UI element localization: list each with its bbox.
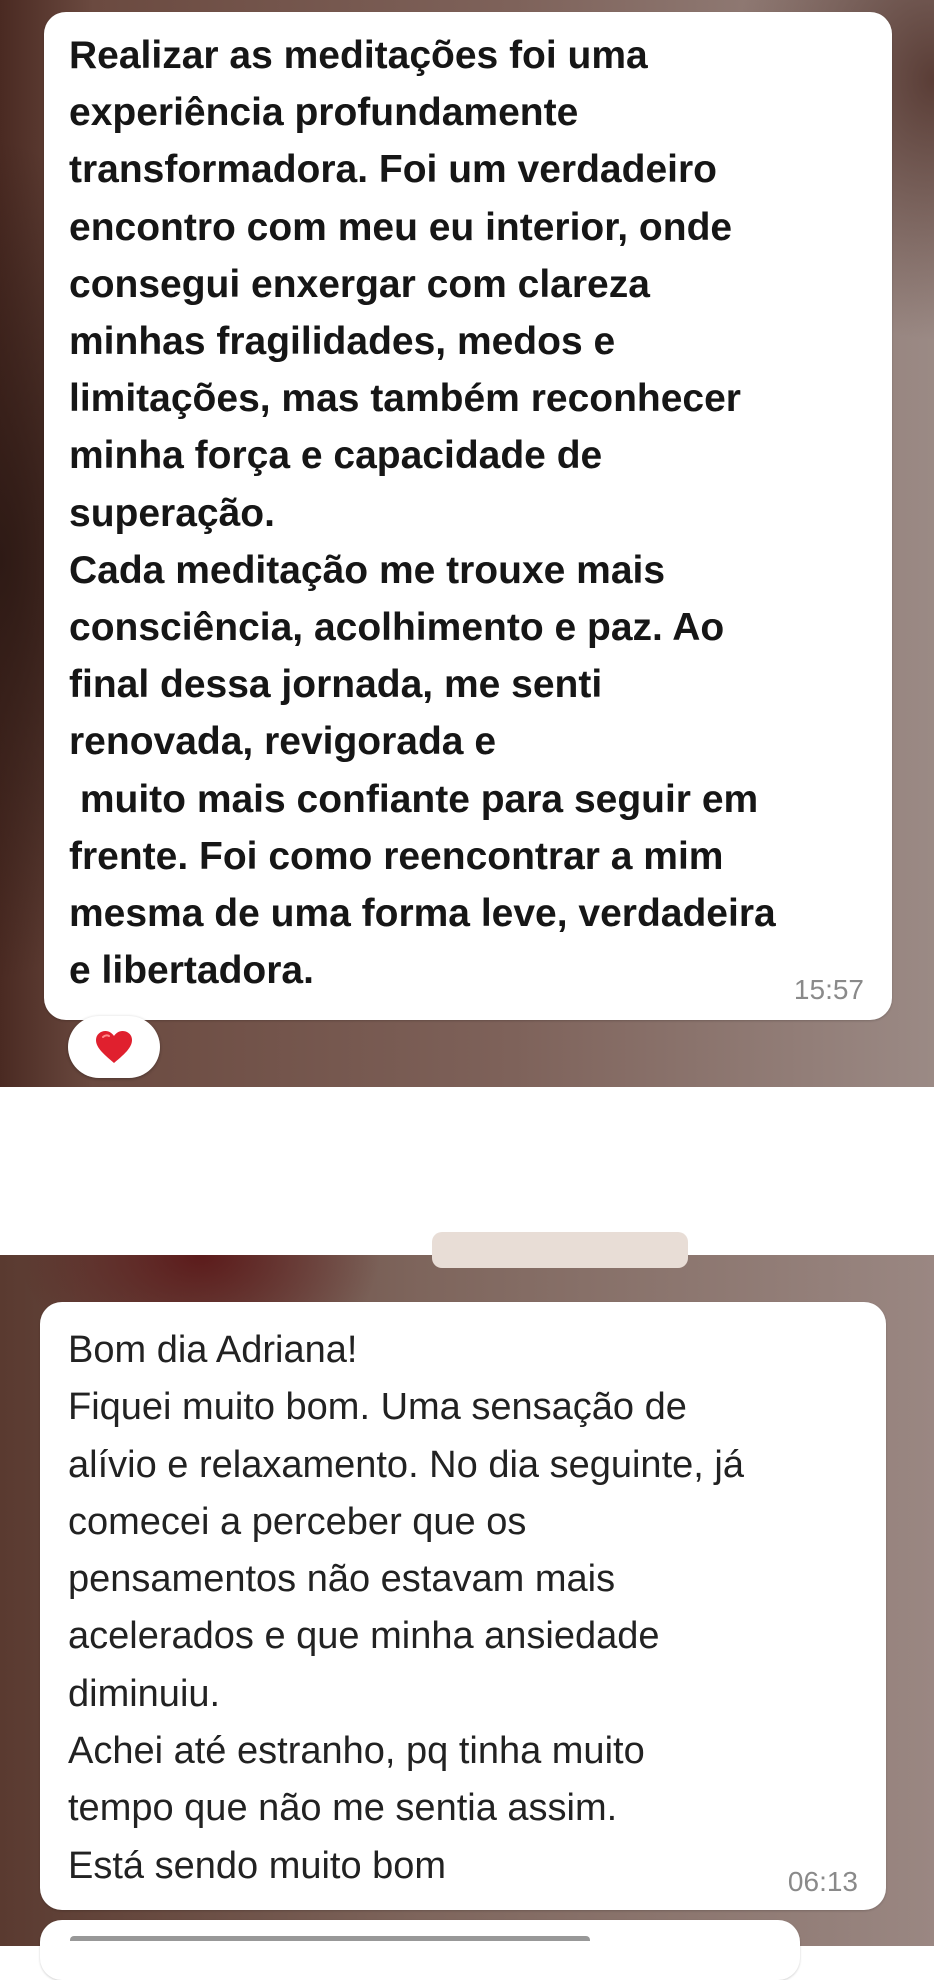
message-bubble[interactable]: Bom dia Adriana! Fiquei muito bom. Uma s… [40, 1302, 886, 1910]
message-text: Realizar as meditações foi uma experiênc… [69, 34, 776, 993]
message-text: Bom dia Adriana! Fiquei muito bom. Uma s… [68, 1329, 744, 1887]
cropped-text-line [70, 1936, 590, 1951]
message-time: 06:13 [787, 1866, 858, 1897]
heart-icon [96, 1031, 132, 1063]
screenshot-separator [0, 1087, 934, 1255]
message-bubble-partial[interactable] [40, 1920, 800, 1980]
message-bubble[interactable]: Realizar as meditações foi uma experiênc… [44, 12, 892, 1020]
message-time: 15:57 [793, 974, 864, 1005]
reaction-badge[interactable] [68, 1016, 160, 1078]
date-separator-pill [432, 1232, 688, 1268]
